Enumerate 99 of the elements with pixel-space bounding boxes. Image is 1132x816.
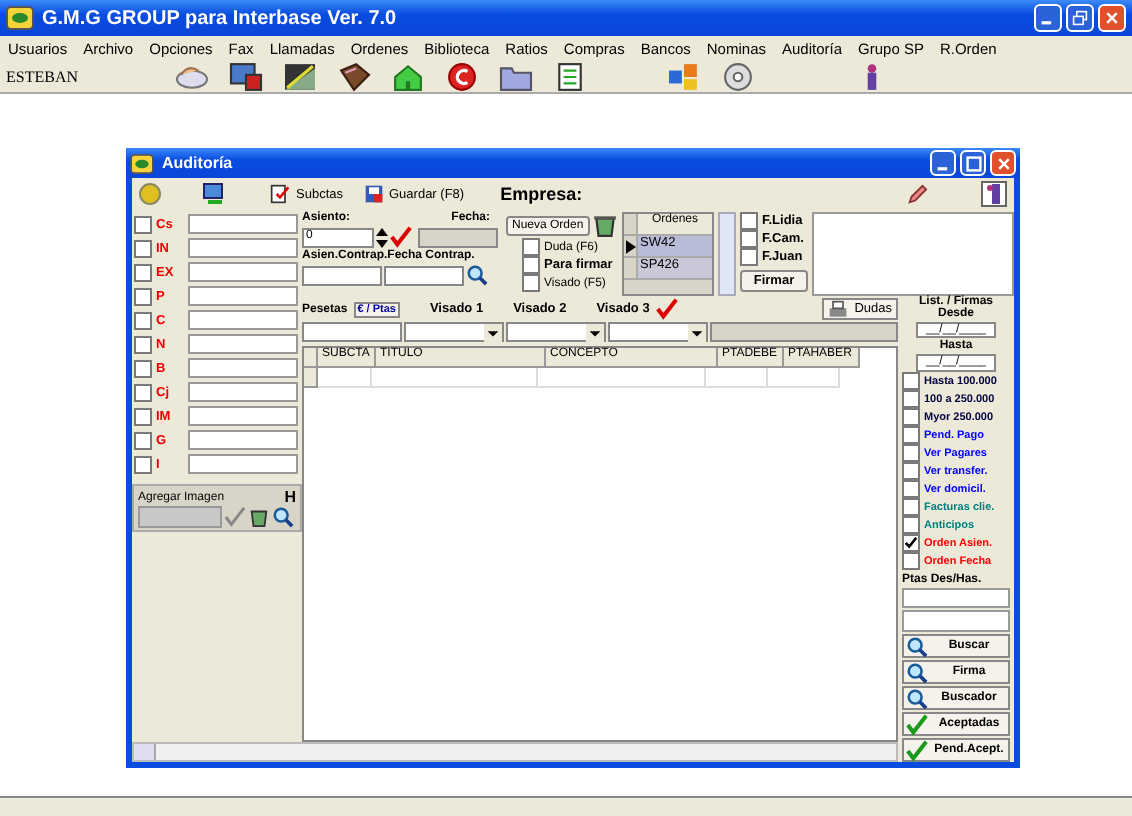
user-name: ESTEBAN xyxy=(4,67,80,85)
checkbox[interactable] xyxy=(134,407,152,425)
close-button[interactable] xyxy=(1098,4,1126,32)
document-icon[interactable] xyxy=(552,61,588,91)
checkmark-icon xyxy=(906,713,928,735)
checkbox[interactable] xyxy=(134,431,152,449)
checkbox[interactable] xyxy=(134,263,152,281)
checkbox[interactable] xyxy=(134,239,152,257)
checkbox[interactable] xyxy=(740,212,758,230)
checkbox[interactable] xyxy=(902,534,920,553)
input-field[interactable] xyxy=(188,358,298,378)
checkbox[interactable] xyxy=(134,359,152,377)
checkbox[interactable] xyxy=(902,408,920,427)
horizontal-scrollbar[interactable] xyxy=(132,742,898,762)
checkmark-icon[interactable] xyxy=(224,506,246,528)
trash-can-icon[interactable] xyxy=(591,212,618,238)
hand-icon[interactable] xyxy=(174,61,210,91)
magnifier-icon xyxy=(466,264,488,286)
checkbox[interactable] xyxy=(902,372,920,391)
table-cell[interactable] xyxy=(538,368,706,388)
checkbox[interactable] xyxy=(902,390,920,409)
magnifier-icon xyxy=(906,661,928,683)
checkbox[interactable] xyxy=(902,462,920,481)
printer-icon xyxy=(828,299,849,319)
checkmark-icon xyxy=(655,298,678,320)
computer-icon[interactable] xyxy=(202,182,226,206)
checkbox[interactable] xyxy=(902,516,920,535)
disc-icon[interactable] xyxy=(720,61,756,91)
amount-from-field[interactable] xyxy=(902,587,1010,609)
app-icon xyxy=(130,153,154,173)
h-label: H xyxy=(284,488,296,506)
checkbox[interactable] xyxy=(740,248,758,266)
amount-field[interactable] xyxy=(302,322,402,342)
save-icon xyxy=(363,184,383,204)
exit-door-icon[interactable] xyxy=(980,180,1008,208)
squares-icon[interactable] xyxy=(666,61,702,91)
close-icon xyxy=(995,155,1011,171)
company-label: Empresa: xyxy=(500,184,583,204)
input-field[interactable] xyxy=(188,454,298,474)
checkbox[interactable] xyxy=(134,383,152,401)
input-field[interactable] xyxy=(188,430,298,450)
checkbox[interactable] xyxy=(740,230,758,248)
counter-date-field[interactable] xyxy=(384,265,464,285)
maximize-button[interactable] xyxy=(960,150,986,176)
checkbox[interactable] xyxy=(134,455,152,473)
row-pointer-icon xyxy=(625,239,635,253)
input-field[interactable] xyxy=(188,238,298,258)
checkbox[interactable] xyxy=(902,444,920,463)
date-field[interactable] xyxy=(418,227,498,247)
checkbox[interactable] xyxy=(902,552,920,571)
trash-can-icon[interactable] xyxy=(248,506,270,528)
table-cell[interactable] xyxy=(318,368,372,388)
close-icon xyxy=(1104,10,1120,26)
counter-entry-field[interactable] xyxy=(302,265,382,285)
image-field[interactable] xyxy=(138,506,222,528)
restore-icon xyxy=(1072,10,1088,26)
checkbox[interactable] xyxy=(902,498,920,517)
close-button[interactable] xyxy=(990,150,1016,176)
book-icon[interactable] xyxy=(336,61,372,91)
monitor-icon[interactable] xyxy=(228,61,264,91)
magnifier-icon[interactable] xyxy=(272,506,294,528)
circle-icon[interactable] xyxy=(444,61,480,91)
input-field[interactable] xyxy=(188,214,298,234)
checkbox[interactable] xyxy=(522,274,540,292)
input-field[interactable] xyxy=(188,286,298,306)
house-icon[interactable] xyxy=(390,61,426,91)
checkbox[interactable] xyxy=(902,426,920,445)
picture-icon[interactable] xyxy=(282,61,318,91)
maximize-icon xyxy=(965,155,981,171)
table-cell[interactable] xyxy=(372,368,538,388)
input-field[interactable] xyxy=(188,406,298,426)
input-field[interactable] xyxy=(188,310,298,330)
app-icon xyxy=(6,6,34,30)
child-window-title: Auditoría xyxy=(162,154,233,172)
checkbox[interactable] xyxy=(134,215,152,233)
coin-icon[interactable] xyxy=(138,182,162,206)
checkbox[interactable] xyxy=(902,480,920,499)
window-title: G.M.G GROUP para Interbase Ver. 7.0 xyxy=(42,7,397,29)
input-field[interactable] xyxy=(188,262,298,282)
minimize-button[interactable] xyxy=(1034,4,1062,32)
pencil-icon[interactable] xyxy=(906,183,928,205)
checkbox[interactable] xyxy=(522,238,540,256)
checkmark-icon xyxy=(906,739,928,761)
input-field[interactable] xyxy=(188,382,298,402)
minimize-button[interactable] xyxy=(930,150,956,176)
checkbox[interactable] xyxy=(134,311,152,329)
restore-button[interactable] xyxy=(1066,4,1094,32)
checkbox[interactable] xyxy=(134,287,152,305)
checkbox[interactable] xyxy=(522,256,540,274)
table-cell[interactable] xyxy=(706,368,768,388)
checkmark-icon xyxy=(390,226,412,248)
magnifier-icon xyxy=(906,635,928,657)
magnifier-icon xyxy=(906,687,928,709)
document-check-icon xyxy=(270,184,290,204)
amount-to-field[interactable] xyxy=(902,610,1010,632)
table-cell[interactable] xyxy=(768,368,840,388)
vertical-scrollbar[interactable] xyxy=(718,212,736,296)
input-field[interactable] xyxy=(188,334,298,354)
checkbox[interactable] xyxy=(134,335,152,353)
